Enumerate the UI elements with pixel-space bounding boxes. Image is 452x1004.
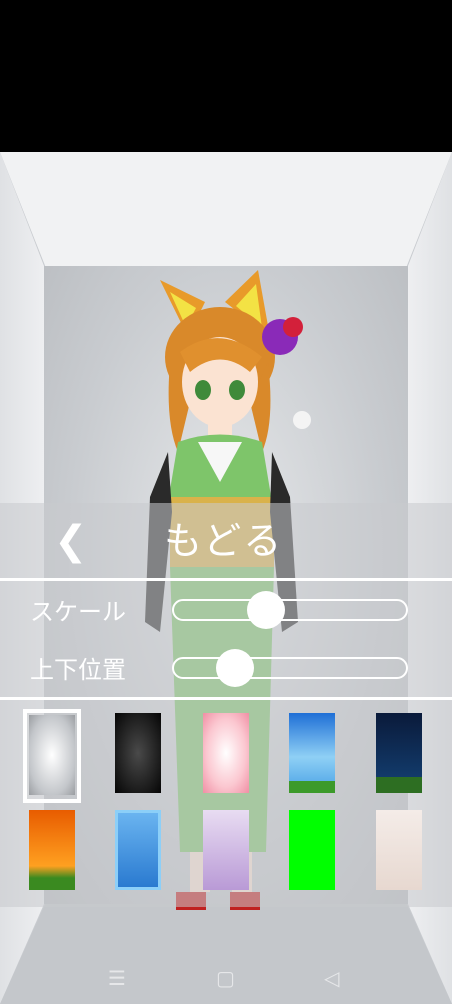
background-green-screen[interactable] <box>289 810 335 890</box>
background-character-photo[interactable] <box>376 810 422 890</box>
background-sunset[interactable] <box>29 810 75 890</box>
scale-label: スケール <box>30 598 126 626</box>
home-icon[interactable]: ▢ <box>216 966 235 990</box>
divider-bottom <box>0 697 452 700</box>
background-purple-room[interactable] <box>203 810 249 890</box>
vertical-position-slider-thumb[interactable] <box>215 649 254 687</box>
background-blue-room[interactable] <box>115 810 161 890</box>
back-chevron-icon: ❮ <box>54 518 88 564</box>
scale-slider[interactable] <box>172 599 408 621</box>
vertical-position-label: 上下位置 <box>30 656 126 684</box>
back-button[interactable]: ❮ もどる <box>0 503 452 581</box>
scale-slider-thumb[interactable] <box>247 591 286 629</box>
back-label: もどる <box>164 519 284 563</box>
background-black-room[interactable] <box>115 713 161 793</box>
background-blue-sky[interactable] <box>289 713 335 793</box>
status-bar <box>0 0 452 152</box>
navigation-bar: ☰ ▢ ◁ <box>0 952 452 1004</box>
background-pink-room[interactable] <box>203 713 249 793</box>
settings-panel: ❮ もどる スケール 上下位置 <box>0 503 452 907</box>
background-night-sky[interactable] <box>376 713 422 793</box>
background-white-room[interactable] <box>29 715 75 795</box>
divider-top <box>0 578 452 581</box>
back-nav-icon[interactable]: ◁ <box>324 966 339 990</box>
vertical-position-slider[interactable] <box>172 657 408 679</box>
recent-apps-icon[interactable]: ☰ <box>108 966 126 990</box>
